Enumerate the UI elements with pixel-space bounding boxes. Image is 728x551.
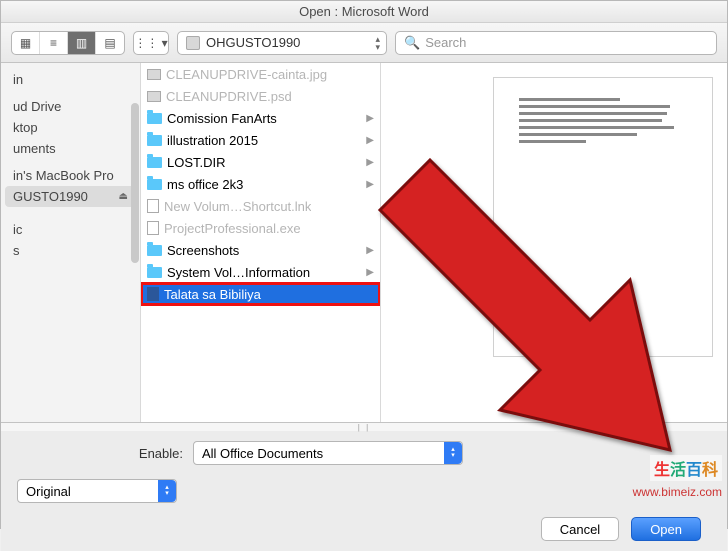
file-row[interactable]: ms office 2k3 ▶ [141, 173, 380, 195]
location-label: OHGUSTO1990 [206, 35, 300, 50]
file-name: Comission FanArts [167, 111, 277, 126]
eject-icon[interactable]: ⏏ [119, 191, 128, 202]
enable-select[interactable]: All Office Documents ▴▾ [193, 441, 463, 465]
file-name: ProjectProfessional.exe [164, 221, 301, 236]
file-name: illustration 2015 [167, 133, 258, 148]
empty-column [381, 63, 479, 422]
view-mode-segmented[interactable]: ▦ ≡ ▥ ▤ [11, 31, 125, 55]
chevron-right-icon: ▶ [366, 113, 374, 124]
chevron-right-icon: ▶ [366, 245, 374, 256]
search-field[interactable]: 🔍 Search [395, 31, 717, 55]
browser-content: in ud Drive ktop uments in's MacBook Pro… [1, 63, 727, 423]
open-button[interactable]: Open [631, 517, 701, 541]
file-row[interactable]: Talata sa Bibiliya [141, 283, 380, 305]
file-name: CLEANUPDRIVE.psd [166, 89, 292, 104]
image-icon [147, 69, 161, 80]
search-placeholder: Search [425, 35, 466, 50]
file-row[interactable]: New Volum…Shortcut.lnk [141, 195, 380, 217]
chevron-updown-icon: ▴▾ [375, 35, 380, 51]
file-name: LOST.DIR [167, 155, 226, 170]
file-row[interactable]: LOST.DIR ▶ [141, 151, 380, 173]
file-name: New Volum…Shortcut.lnk [164, 199, 311, 214]
toolbar: ▦ ≡ ▥ ▤ ⋮⋮ ▾ OHGUSTO1990 ▴▾ 🔍 Search [1, 23, 727, 63]
preview-thumbnail [493, 77, 713, 357]
file-column: CLEANUPDRIVE-cainta.jpg CLEANUPDRIVE.psd C… [141, 63, 381, 422]
window-title: Open : Microsoft Word [1, 1, 727, 23]
chevron-right-icon: ▶ [366, 267, 374, 278]
file-row[interactable]: CLEANUPDRIVE-cainta.jpg [141, 63, 380, 85]
cancel-button[interactable]: Cancel [541, 517, 619, 541]
view-gallery-button[interactable]: ▤ [96, 32, 124, 54]
folder-icon [147, 113, 162, 124]
preview-filename: iya [594, 371, 612, 387]
sidebar-item-selected[interactable]: GUSTO1990⏏ [5, 186, 136, 207]
sidebar-item[interactable]: ktop [5, 117, 136, 138]
folder-icon [147, 135, 162, 146]
chevron-right-icon: ▶ [366, 179, 374, 190]
sidebar-item[interactable]: in's MacBook Pro [5, 165, 136, 186]
group-by-button[interactable]: ⋮⋮ ▾ [133, 31, 169, 55]
sidebar-scrollbar[interactable] [131, 103, 139, 263]
file-name: Screenshots [167, 243, 239, 258]
search-icon: 🔍 [404, 35, 420, 51]
file-name: CLEANUPDRIVE-cainta.jpg [166, 67, 327, 82]
folder-icon [147, 179, 162, 190]
watermark-text: 生活百科 [650, 455, 722, 481]
open-mode-value: Original [26, 484, 71, 499]
resize-handle[interactable]: | | [1, 423, 727, 431]
file-row[interactable]: illustration 2015 ▶ [141, 129, 380, 151]
view-columns-button[interactable]: ▥ [68, 32, 96, 54]
enable-label: Enable: [13, 446, 183, 461]
chevron-updown-icon: ▴▾ [444, 442, 462, 464]
chevron-updown-icon: ▴▾ [158, 480, 176, 502]
view-icons-button[interactable]: ▦ [12, 32, 40, 54]
file-name: Talata sa Bibiliya [164, 287, 261, 302]
open-mode-select[interactable]: Original ▴▾ [17, 479, 177, 503]
folder-icon [147, 245, 162, 256]
doc-icon [147, 199, 159, 213]
sidebar-item[interactable]: uments [5, 138, 136, 159]
file-name: System Vol…Information [167, 265, 310, 280]
watermark-site: www.bimeiz.com [633, 485, 722, 499]
chevron-right-icon: ▶ [366, 157, 374, 168]
file-row[interactable]: System Vol…Information ▶ [141, 261, 380, 283]
doc-icon [147, 221, 159, 235]
file-name: ms office 2k3 [167, 177, 243, 192]
folder-icon [147, 267, 162, 278]
disk-icon [186, 36, 200, 50]
sidebar: in ud Drive ktop uments in's MacBook Pro… [1, 63, 141, 422]
file-row[interactable]: ProjectProfessional.exe [141, 217, 380, 239]
image-icon [147, 91, 161, 102]
sidebar-item[interactable]: ic [5, 219, 136, 240]
chevron-right-icon: ▶ [366, 135, 374, 146]
location-dropdown[interactable]: OHGUSTO1990 ▴▾ [177, 31, 387, 55]
folder-icon [147, 157, 162, 168]
options-area: Enable: All Office Documents ▴▾ Original… [1, 431, 727, 551]
word-icon [147, 287, 159, 301]
sidebar-item[interactable]: in [5, 69, 136, 90]
preview-pane: iya [479, 63, 727, 422]
sidebar-item[interactable]: s [5, 240, 136, 261]
file-row[interactable]: Comission FanArts ▶ [141, 107, 380, 129]
file-row[interactable]: CLEANUPDRIVE.psd [141, 85, 380, 107]
sidebar-item[interactable]: ud Drive [5, 96, 136, 117]
open-dialog: Open : Microsoft Word ▦ ≡ ▥ ▤ ⋮⋮ ▾ OHGUS… [0, 0, 728, 529]
file-row[interactable]: Screenshots ▶ [141, 239, 380, 261]
view-list-button[interactable]: ≡ [40, 32, 68, 54]
enable-value: All Office Documents [202, 446, 323, 461]
